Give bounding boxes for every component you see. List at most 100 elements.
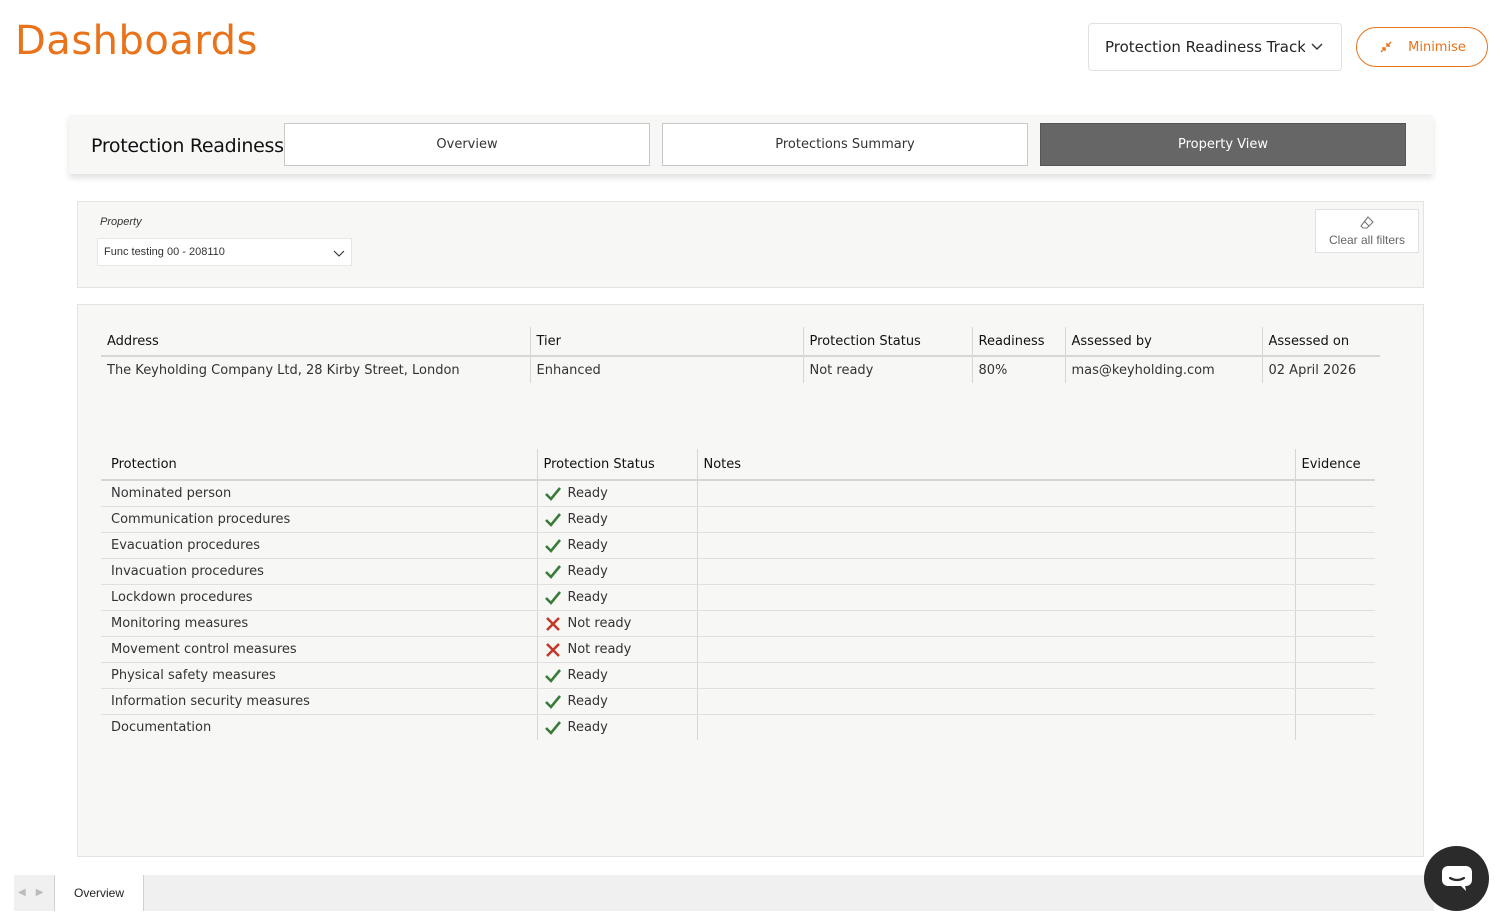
evidence-cell: [1294, 662, 1375, 689]
table-row: Monitoring measures Not ready: [101, 610, 1375, 637]
protection-name-cell: Lockdown procedures: [101, 584, 537, 611]
collapse-icon: [1380, 41, 1392, 53]
clear-filters-button[interactable]: Clear all filters: [1315, 209, 1419, 253]
protection-status-cell: Ready: [536, 584, 697, 611]
column-header[interactable]: Protection: [101, 449, 537, 481]
protection-status-cell: Ready: [536, 480, 697, 507]
status-label: Ready: [567, 720, 608, 735]
status-label: Ready: [567, 512, 608, 527]
protection-status-cell: Ready: [536, 662, 697, 689]
minimise-label: Minimise: [1408, 39, 1466, 55]
notes-cell: [696, 714, 1295, 740]
page-tab-bar: ◀ ▶ Overview: [14, 875, 1434, 911]
tab-overview[interactable]: Overview: [284, 123, 650, 166]
protection-name-cell: Communication procedures: [101, 506, 537, 533]
evidence-cell: [1294, 636, 1375, 663]
table-row: Information security measures Ready: [101, 688, 1375, 715]
column-header[interactable]: Tier: [529, 327, 803, 357]
column-header[interactable]: Assessed by: [1064, 327, 1262, 357]
report-title: Protection Readiness: [91, 135, 284, 157]
protection-status-cell: Ready: [536, 688, 697, 715]
column-header[interactable]: Notes: [696, 449, 1295, 481]
previous-page-icon[interactable]: ◀: [18, 887, 26, 898]
clear-filters-label: Clear all filters: [1328, 233, 1406, 247]
status-label: Ready: [567, 564, 608, 579]
checkmark-icon: [544, 564, 561, 579]
tab-property-view[interactable]: Property View: [1040, 123, 1406, 166]
checkmark-icon: [544, 486, 561, 501]
chevron-down-icon: [333, 250, 345, 257]
protections-table: Protection Protection Status Notes Evide…: [101, 449, 1375, 740]
column-header[interactable]: Protection Status: [536, 449, 697, 481]
evidence-cell: [1294, 610, 1375, 637]
status-label: Ready: [567, 668, 608, 683]
assessed-on-cell: 02 April 2026: [1261, 356, 1380, 383]
notes-cell: [696, 480, 1295, 507]
cross-icon: [545, 642, 560, 657]
tier-cell: Enhanced: [529, 356, 803, 383]
page-title: Dashboards: [15, 18, 258, 64]
address-cell: The Keyholding Company Ltd, 28 Kirby Str…: [107, 362, 460, 378]
protection-status-cell: Ready: [536, 532, 697, 559]
report-navigation: Protection Readiness Overview Protection…: [69, 115, 1433, 174]
notes-cell: [696, 558, 1295, 585]
protection-name-cell: Monitoring measures: [101, 610, 537, 637]
table-row: Invacuation procedures Ready: [101, 558, 1375, 585]
notes-cell: [696, 506, 1295, 533]
evidence-cell: [1294, 558, 1375, 585]
notes-cell: [696, 636, 1295, 663]
readiness-cell: 80%: [971, 356, 1065, 383]
tab-protections-summary[interactable]: Protections Summary: [662, 123, 1028, 166]
protection-status-cell: Ready: [536, 506, 697, 533]
protection-name-cell: Movement control measures: [101, 636, 537, 663]
protection-name-cell: Physical safety measures: [101, 662, 537, 689]
protection-name-cell: Evacuation procedures: [101, 532, 537, 559]
checkmark-icon: [544, 590, 561, 605]
checkmark-icon: [544, 668, 561, 683]
column-header[interactable]: Evidence: [1294, 449, 1375, 481]
table-row: Movement control measures Not ready: [101, 636, 1375, 663]
column-header[interactable]: Address: [101, 327, 530, 357]
property-details-panel: Address Tier Protection Status Readiness…: [77, 304, 1424, 857]
page-tab-overview[interactable]: Overview: [54, 875, 144, 911]
evidence-cell: [1294, 532, 1375, 559]
protection-status-cell: Not ready: [536, 610, 697, 637]
status-label: Not ready: [567, 642, 632, 657]
column-header[interactable]: Protection Status: [802, 327, 972, 357]
protection-name-cell: Nominated person: [101, 480, 537, 507]
status-label: Not ready: [567, 616, 632, 631]
column-header[interactable]: Readiness: [971, 327, 1065, 357]
property-filter-dropdown[interactable]: Func testing 00 - 208110: [97, 238, 352, 266]
column-header[interactable]: Assessed on: [1261, 327, 1380, 357]
protection-status-cell: Not ready: [536, 636, 697, 663]
property-filter-label: Property: [100, 216, 142, 228]
cross-icon: [545, 616, 560, 631]
checkmark-icon: [544, 694, 561, 709]
protection-status-cell: Ready: [536, 714, 697, 740]
table-header-row: Address Tier Protection Status Readiness…: [101, 327, 1380, 357]
table-row: The Keyholding Company Ltd, 28 Kirby Str…: [101, 356, 1380, 383]
evidence-cell: [1294, 480, 1375, 507]
chat-button[interactable]: [1424, 846, 1489, 911]
table-row: Documentation Ready: [101, 714, 1375, 740]
protection-name-cell: Documentation: [111, 720, 212, 735]
chevron-down-icon: [1311, 43, 1323, 50]
evidence-cell: [1294, 714, 1375, 740]
report-dropdown[interactable]: Protection Readiness Track: [1088, 23, 1342, 71]
minimise-button[interactable]: Minimise: [1356, 27, 1488, 67]
status-label: Ready: [567, 590, 608, 605]
table-row: Evacuation procedures Ready: [101, 532, 1375, 559]
chat-icon: [1441, 865, 1472, 891]
checkmark-icon: [544, 538, 561, 553]
property-summary-table: Address Tier Protection Status Readiness…: [101, 327, 1380, 383]
table-row: Communication procedures Ready: [101, 506, 1375, 533]
status-label: Ready: [567, 538, 608, 553]
evidence-cell: [1294, 584, 1375, 611]
next-page-icon[interactable]: ▶: [36, 887, 44, 898]
evidence-cell: [1294, 506, 1375, 533]
evidence-cell: [1294, 688, 1375, 715]
protection-name-cell: Information security measures: [101, 688, 537, 715]
notes-cell: [696, 662, 1295, 689]
table-row: Nominated person Ready: [101, 480, 1375, 507]
status-label: Ready: [567, 694, 608, 709]
